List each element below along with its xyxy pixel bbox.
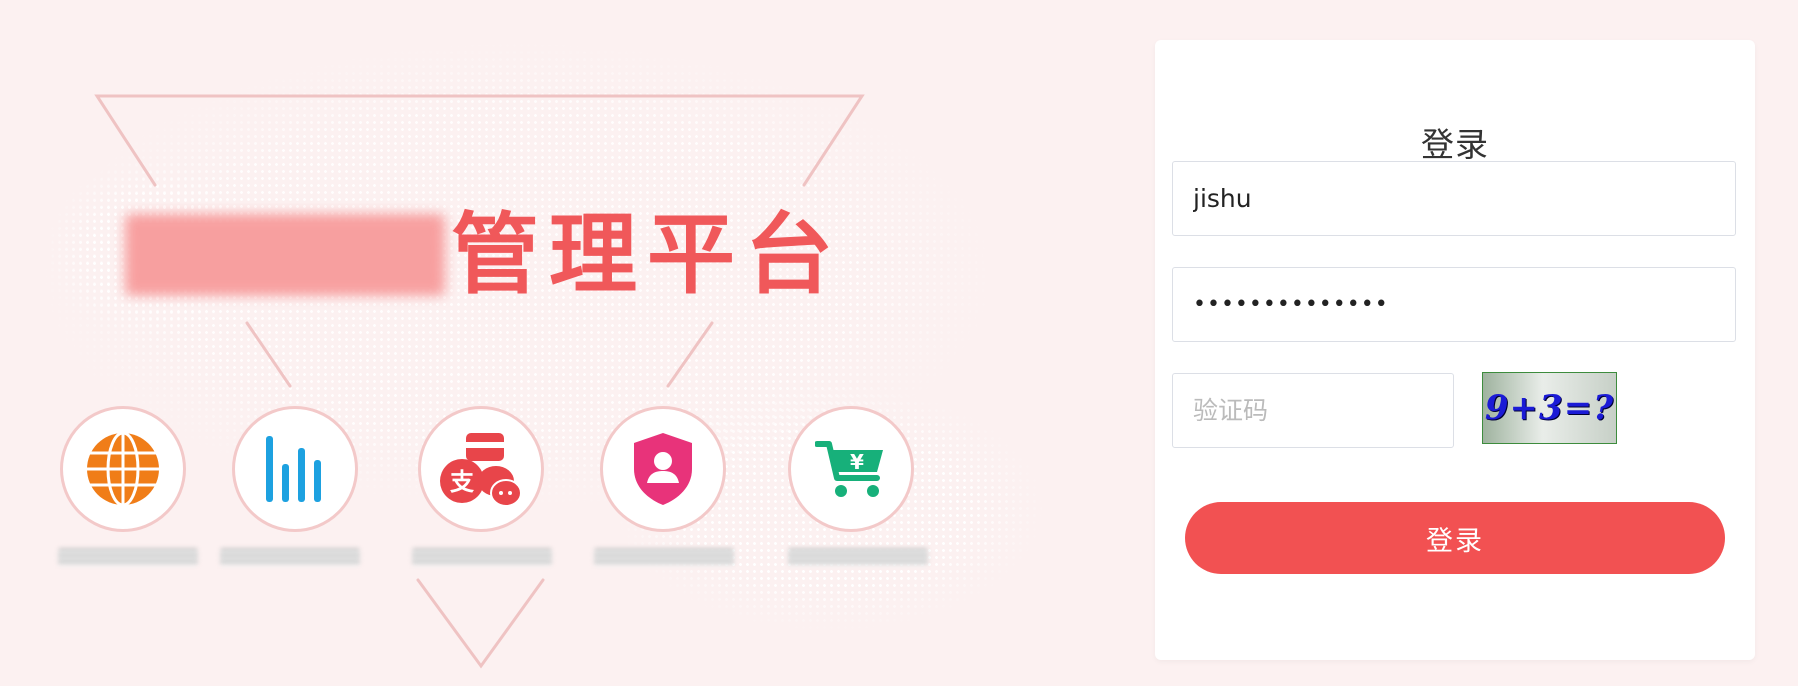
username-input[interactable] — [1172, 161, 1736, 236]
login-title: 登录 — [1421, 125, 1489, 164]
feature-label-redacted — [594, 548, 734, 566]
feature-globe — [60, 406, 186, 532]
platform-name-redacted — [125, 215, 445, 295]
platform-title: 管理平台 — [125, 205, 843, 305]
feature-bar-chart — [232, 406, 358, 532]
feature-label-redacted — [788, 548, 928, 566]
captcha-image[interactable]: 9+3=? — [1482, 372, 1617, 444]
shield-user-icon — [634, 433, 692, 505]
login-card: 登录 9+3=? 登录 — [1155, 40, 1755, 660]
feature-cart: ¥ — [788, 406, 914, 532]
password-input[interactable] — [1172, 267, 1736, 342]
feature-security — [600, 406, 726, 532]
feature-label-redacted — [220, 548, 360, 566]
login-button[interactable]: 登录 — [1185, 502, 1725, 574]
cart-icon: ¥ — [815, 441, 883, 497]
platform-title-suffix: 管理平台 — [451, 203, 844, 306]
globe-icon — [87, 431, 159, 507]
bar-chart-icon — [266, 436, 321, 502]
feature-label-redacted — [58, 548, 198, 566]
payment-icon: 支 — [440, 433, 522, 507]
feature-label-redacted — [412, 548, 552, 566]
decorative-triangle-lines — [94, 94, 865, 669]
feature-payment: 支 — [418, 406, 544, 532]
captcha-input[interactable] — [1172, 373, 1454, 448]
svg-text:¥: ¥ — [850, 450, 864, 474]
svg-text:支: 支 — [450, 468, 475, 496]
